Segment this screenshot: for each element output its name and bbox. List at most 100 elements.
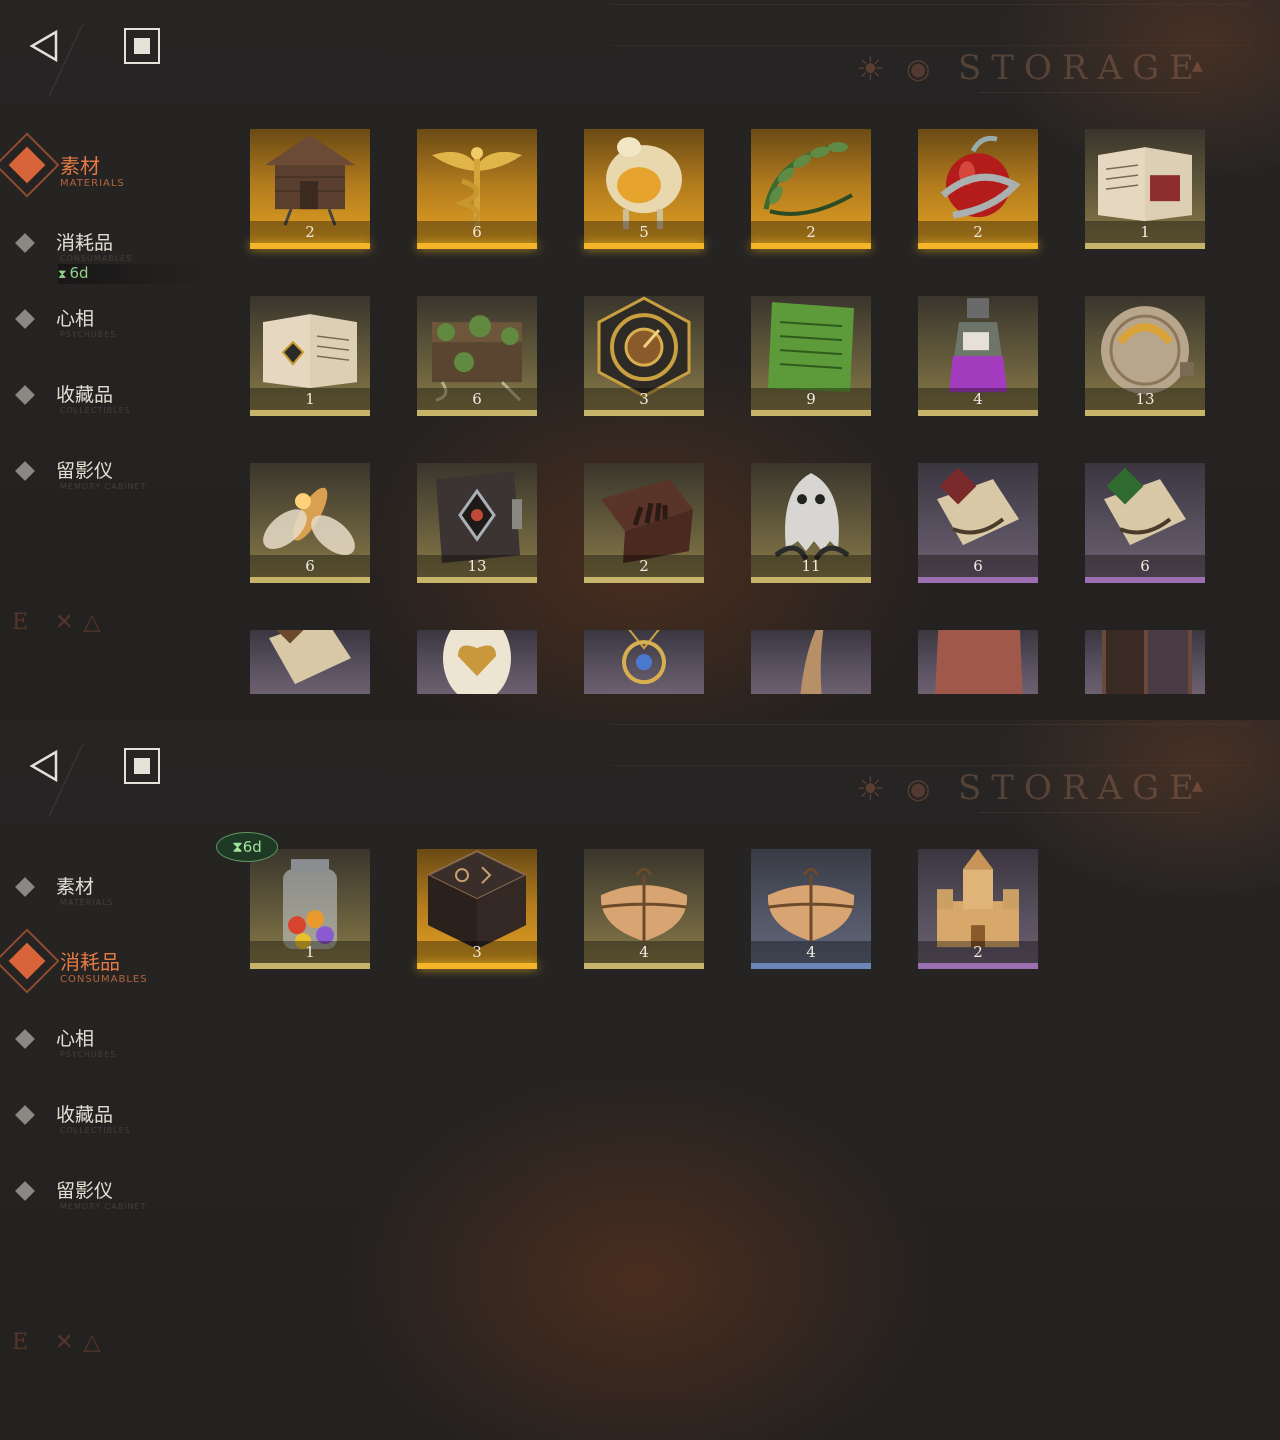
nav-label: 素材 (56, 876, 95, 898)
nav-label: 素材 (60, 154, 100, 178)
rarity-bar (751, 577, 871, 583)
item-count: 6 (472, 390, 482, 408)
item-count: 6 (973, 557, 983, 575)
rarity-bar (918, 243, 1038, 249)
nav-item-psychubes[interactable]: 心相 PSYCHUBES (14, 304, 214, 364)
nav-item-psychubes[interactable]: 心相 PSYCHUBES (14, 1024, 214, 1084)
storage-title: STORAGE (958, 48, 1204, 88)
triangle-icon: ▲ (1192, 58, 1203, 74)
item-count: 2 (639, 557, 649, 575)
red-rune-book-item[interactable]: 1 (1085, 129, 1205, 249)
rarity-bar (918, 577, 1038, 583)
item-count: 6 (472, 223, 482, 241)
horn-item[interactable] (751, 630, 871, 694)
nav-sublabel: MEMORY CABINET (60, 1202, 147, 1211)
item-count: 1 (305, 943, 315, 961)
brass-device-item[interactable]: 13 (1085, 296, 1205, 416)
item-count: 6 (305, 557, 315, 575)
item-count: 3 (639, 390, 649, 408)
hut-item[interactable]: 2 (250, 129, 370, 249)
nav-sublabel: COLLECTIBLES (60, 1126, 131, 1135)
astrolabe-item[interactable]: 3 (584, 296, 704, 416)
item-expiry-badge: ⧗6d (216, 832, 278, 862)
nav-item-materials[interactable]: 素材 MATERIALS (14, 872, 214, 932)
nav-item-materials[interactable]: 素材 MATERIALS (0, 132, 214, 210)
rarity-bar (751, 243, 871, 249)
rarity-bar (250, 410, 370, 416)
parcel-item[interactable]: 4 (584, 849, 704, 969)
laurel-wreath-item[interactable]: 2 (751, 129, 871, 249)
storage-title: STORAGE (958, 768, 1204, 808)
item-count: 2 (305, 223, 315, 241)
item-count: 13 (467, 557, 487, 575)
rarity-bar (751, 963, 871, 969)
expiry-timer: ⧗ 6d (58, 264, 208, 284)
dark-tome-item[interactable]: 13 (417, 463, 537, 583)
nav-item-collectibles[interactable]: 收藏品 COLLECTIBLES (14, 1100, 214, 1160)
item-count: 3 (472, 943, 482, 961)
frame-icon (1090, 630, 1200, 694)
golden-sheep-item[interactable]: 5 (584, 129, 704, 249)
sun-icon: ☀ (856, 770, 885, 808)
rarity-bar (584, 410, 704, 416)
nav-item-memory-cabinet[interactable]: 留影仪 MEMORY CABINET (14, 1176, 214, 1236)
green-seal-scroll-item[interactable]: 6 (1085, 463, 1205, 583)
rarity-bar (250, 963, 370, 969)
nav-item-collectibles[interactable]: 收藏品 COLLECTIBLES (14, 380, 214, 440)
parcel-blue-item[interactable]: 4 (751, 849, 871, 969)
heart-egg-item[interactable] (417, 630, 537, 694)
diamond-icon (15, 461, 35, 481)
storage-panel-materials: ☀ ◉ STORAGE ▲ E ✕△ 素材 MATERIALS 消耗品 CONS… (0, 0, 1280, 720)
nav-label: 收藏品 (56, 384, 114, 406)
nav-sublabel: MATERIALS (60, 898, 114, 907)
rarity-bar (584, 963, 704, 969)
item-count: 1 (1140, 223, 1150, 241)
diamond-icon (15, 385, 35, 405)
red-seal-scroll-item[interactable]: 6 (918, 463, 1038, 583)
eye-icon: ◉ (906, 52, 931, 85)
item-count: 2 (973, 943, 983, 961)
diamond-icon (15, 309, 35, 329)
rarity-bar (1085, 243, 1205, 249)
scroll-item[interactable] (250, 630, 370, 694)
gold-rune-book-item[interactable]: 1 (250, 296, 370, 416)
background-glyphs (610, 4, 1250, 46)
stone-tablet-item[interactable] (918, 630, 1038, 694)
item-count: 4 (806, 943, 816, 961)
apple-serpent-item[interactable]: 2 (918, 129, 1038, 249)
caduceus-item[interactable]: 6 (417, 129, 537, 249)
nav-sublabel: CONSUMABLES (60, 254, 133, 263)
diamond-icon (15, 1105, 35, 1125)
nav-label: 心相 (56, 308, 95, 330)
diamond-icon (15, 877, 35, 897)
castle-item[interactable]: 2 (918, 849, 1038, 969)
nav-label: 心相 (56, 1028, 95, 1050)
category-sidebar: 素材 MATERIALS 消耗品 CONSUMABLES ⧗ 6d 心相 PSYC… (0, 0, 240, 720)
frame-item[interactable] (1085, 630, 1205, 694)
timer-text: 6d (69, 264, 89, 282)
ghost-item[interactable]: 11 (751, 463, 871, 583)
amulet-item[interactable] (584, 630, 704, 694)
diamond-icon (15, 1029, 35, 1049)
hand-box-item[interactable]: 2 (584, 463, 704, 583)
nav-item-consumables[interactable]: 消耗品 CONSUMABLES (0, 928, 214, 1006)
nav-label: 收藏品 (56, 1104, 114, 1126)
potion-bottle-item[interactable]: 4 (918, 296, 1038, 416)
overgrown-chest-item[interactable]: 6 (417, 296, 537, 416)
rarity-bar (250, 243, 370, 249)
item-count: 4 (639, 943, 649, 961)
eye-icon: ◉ (906, 772, 931, 805)
glowing-moth-item[interactable]: 6 (250, 463, 370, 583)
rarity-bar (417, 243, 537, 249)
nav-sublabel: PSYCHUBES (60, 1050, 117, 1059)
candy-jar-item[interactable]: 1 (250, 849, 370, 969)
rarity-bar (1085, 410, 1205, 416)
title-underline (980, 812, 1200, 817)
nav-sublabel: MEMORY CABINET (60, 482, 147, 491)
rune-cube-item[interactable]: 3 (417, 849, 537, 969)
nav-item-memory-cabinet[interactable]: 留影仪 MEMORY CABINET (14, 456, 214, 516)
triangle-icon: ▲ (1192, 778, 1203, 794)
green-tablet-item[interactable]: 9 (751, 296, 871, 416)
rarity-bar (417, 410, 537, 416)
nav-sublabel: MATERIALS (60, 178, 125, 189)
